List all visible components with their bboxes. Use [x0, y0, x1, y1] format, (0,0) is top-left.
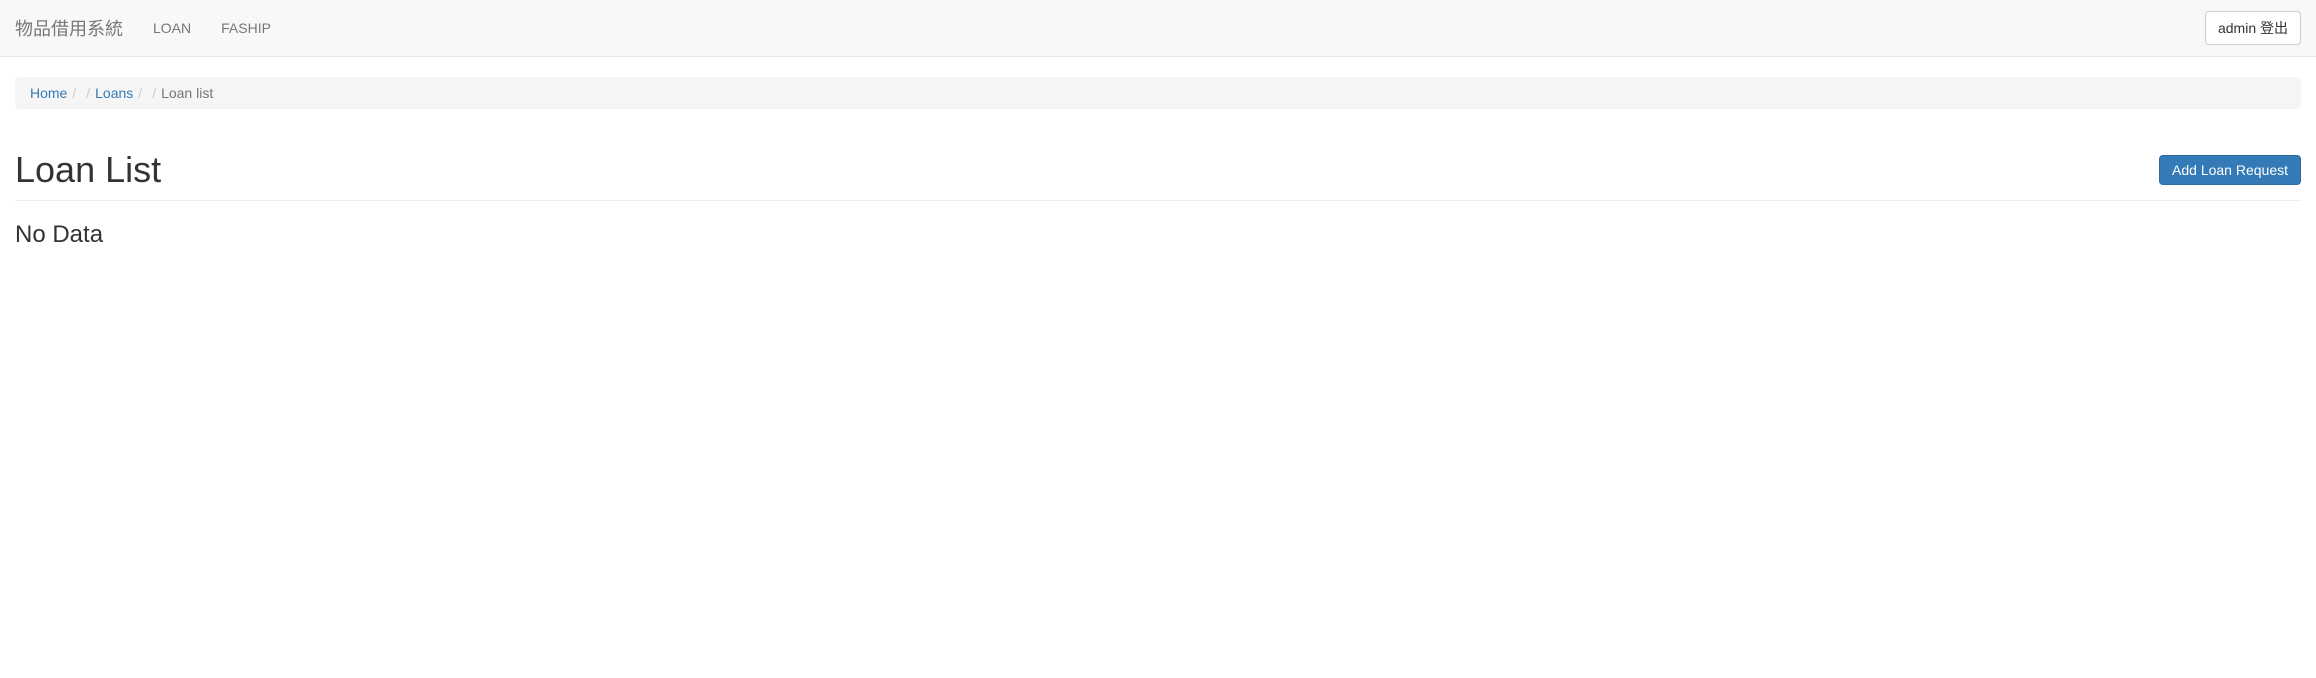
breadcrumb-item-empty: /: [81, 85, 95, 101]
breadcrumb: Home / / Loans / / Loan list: [15, 77, 2301, 109]
logout-button[interactable]: admin 登出: [2205, 11, 2301, 45]
breadcrumb-item-current: Loan list: [161, 85, 213, 101]
page-title: Loan List: [15, 149, 161, 191]
navbar: 物品借用系統 LOAN FASHIP admin 登出: [0, 0, 2316, 57]
breadcrumb-separator: /: [67, 85, 81, 101]
main-container: Home / / Loans / / Loan list Loan List A…: [0, 77, 2316, 249]
add-loan-request-button[interactable]: Add Loan Request: [2159, 155, 2301, 185]
navbar-right: admin 登出: [2205, 11, 2301, 45]
breadcrumb-item-home: Home /: [30, 85, 81, 101]
no-data-message: No Data: [15, 221, 2301, 249]
breadcrumb-link-loans[interactable]: Loans: [95, 85, 133, 101]
breadcrumb-item-loans: Loans /: [95, 85, 147, 101]
breadcrumb-separator: /: [81, 85, 95, 101]
page-header: Loan List Add Loan Request: [15, 149, 2301, 201]
breadcrumb-link-home[interactable]: Home: [30, 85, 67, 101]
breadcrumb-separator: /: [133, 85, 147, 101]
breadcrumb-separator: /: [147, 85, 161, 101]
breadcrumb-item-empty2: /: [147, 85, 161, 101]
navbar-brand[interactable]: 物品借用系統: [15, 0, 138, 56]
navbar-left: 物品借用系統 LOAN FASHIP: [15, 0, 286, 56]
breadcrumb-active: Loan list: [161, 85, 213, 101]
nav-link-loan[interactable]: LOAN: [138, 5, 206, 51]
nav-link-faship[interactable]: FASHIP: [206, 5, 286, 51]
